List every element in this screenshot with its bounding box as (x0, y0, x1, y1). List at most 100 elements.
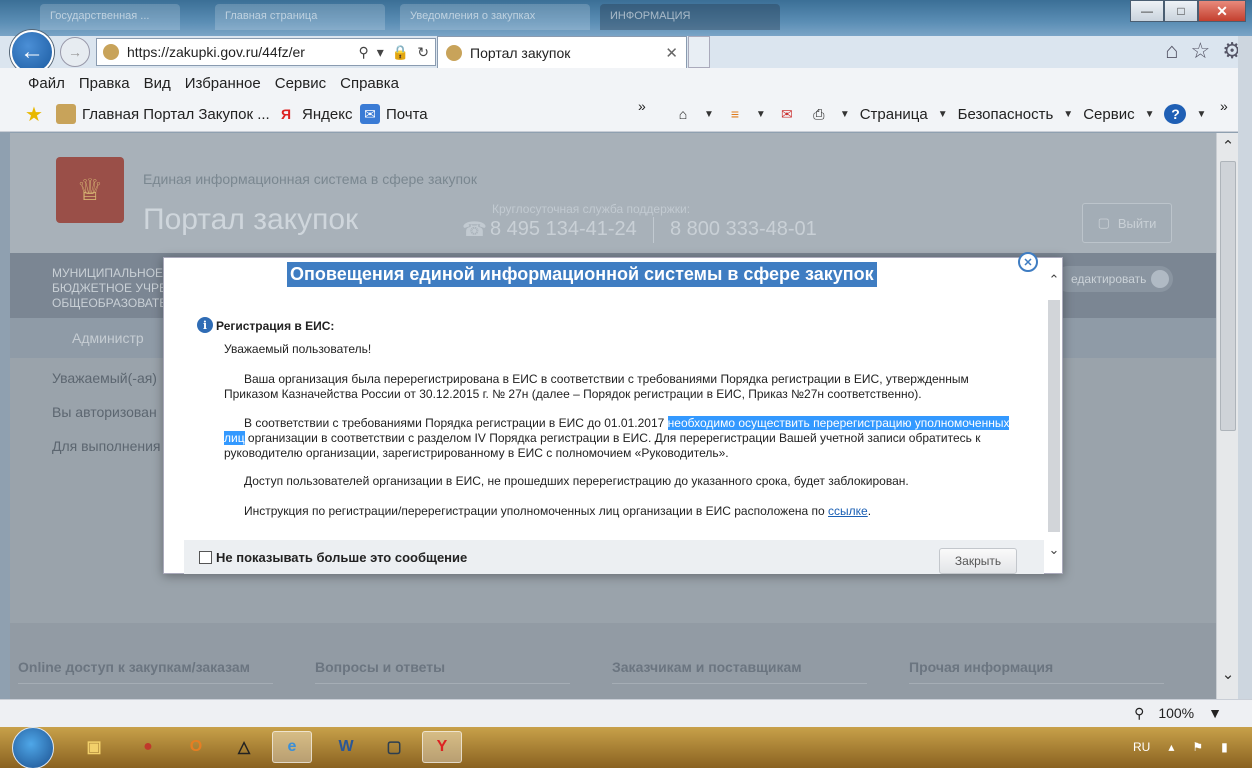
scroll-down-icon[interactable]: ⌄ (1217, 663, 1239, 685)
background-tab-1[interactable]: Государственная ... (40, 4, 180, 30)
favorites-star-icon[interactable]: ☆ (1191, 38, 1211, 64)
search-icon[interactable]: ⚲ (359, 44, 369, 61)
zoom-level: 100% (1158, 705, 1195, 721)
menu-file[interactable]: Файл (28, 75, 65, 92)
background-tab-4[interactable]: ИНФОРМАЦИЯ (600, 4, 780, 30)
dialog-scroll-track[interactable] (1048, 300, 1060, 532)
dialog-title: Оповещения единой информационной системы… (287, 262, 877, 287)
phone-icon: ☎ (462, 219, 487, 241)
minimize-button[interactable]: — (1130, 0, 1164, 22)
menu-favorites[interactable]: Избранное (185, 75, 261, 92)
navigation-bar: ← → https://zakupki.gov.ru/44fz/er ⚲ ▾ 🔒… (0, 30, 1252, 74)
window-right-edge (1238, 36, 1252, 727)
page-text-greeting: Уважаемый(-ая) (52, 370, 157, 386)
menu-view[interactable]: Вид (144, 75, 171, 92)
mail-icon: ✉ (360, 104, 380, 124)
favorites-star-add-icon[interactable]: ★ (24, 104, 50, 126)
scroll-up-icon[interactable]: ⌃ (1046, 272, 1062, 288)
paragraph-reregistered: Ваша организация была перерегистрирована… (224, 372, 969, 401)
window-titlebar: Государственная ... Главная страница Уве… (0, 0, 1252, 36)
dropdown-icon[interactable]: ▾ (377, 44, 384, 61)
home-command-icon[interactable]: ⌂ (672, 104, 694, 124)
new-tab-button[interactable] (688, 36, 710, 68)
dont-show-checkbox[interactable] (199, 551, 212, 564)
explorer-icon[interactable]: ▣ (74, 731, 114, 763)
favorite-link-yandex[interactable]: Я Яндекс (276, 104, 352, 124)
address-url[interactable]: https://zakupki.gov.ru/44fz/er (127, 44, 359, 60)
chevron-more-icon[interactable]: » (1220, 98, 1228, 114)
yandex-icon: Я (280, 106, 292, 122)
page-menu[interactable]: Страница (860, 106, 928, 123)
yandex-browser-icon[interactable]: Y (422, 731, 462, 763)
print-icon[interactable]: ⎙ (808, 104, 830, 124)
tab-close-icon[interactable]: ✕ (665, 44, 678, 62)
dialog-close-icon[interactable]: ✕ (1018, 252, 1038, 272)
menu-edit[interactable]: Правка (79, 75, 130, 92)
page-scrollbar[interactable]: ⌃ ⌄ (1216, 133, 1238, 699)
home-icon[interactable]: ⌂ (1165, 38, 1178, 64)
notification-dialog: Оповещения единой информационной системы… (163, 252, 1063, 574)
section-title: Регистрация в ЕИС: (216, 319, 335, 333)
help-icon[interactable]: ? (1164, 104, 1187, 124)
zoom-control[interactable]: ⚲ 100% ▼ (1134, 705, 1222, 722)
scroll-down-icon[interactable]: ⌄ (1046, 542, 1062, 558)
language-indicator[interactable]: RU (1133, 740, 1150, 754)
site-favicon-icon (103, 44, 119, 60)
close-window-button[interactable]: ✕ (1198, 0, 1246, 22)
forward-button[interactable]: → (60, 37, 90, 67)
save-disk-icon[interactable]: ▢ (374, 731, 414, 763)
favorite-link-portal[interactable]: Главная Портал Закупок ... (56, 104, 270, 124)
page-text-instructions: Для выполнения (52, 438, 161, 454)
system-tray: RU ▴ ⚑ ▮ (1133, 740, 1228, 754)
lock-icon[interactable]: 🔒 (392, 44, 409, 61)
internet-explorer-icon[interactable]: e (272, 731, 312, 763)
menu-help[interactable]: Справка (340, 75, 399, 92)
favorite-link-mail[interactable]: ✉ Почта (360, 104, 428, 124)
footer-customers-suppliers[interactable]: Заказчикам и поставщикам (612, 659, 867, 684)
nav-item-admin[interactable]: Администр (72, 330, 144, 346)
active-tab[interactable]: Портал закупок ✕ (437, 36, 687, 68)
maximize-button[interactable]: □ (1164, 0, 1198, 22)
dialog-scrollbar[interactable]: ⌃ ⌄ (1046, 266, 1062, 566)
active-tab-title: Портал закупок (470, 44, 571, 61)
background-tab-2[interactable]: Главная страница (215, 4, 385, 30)
status-bar: ⚲ 100% ▼ (0, 699, 1252, 727)
menu-tools[interactable]: Сервис (275, 75, 326, 92)
network-icon[interactable]: ▮ (1221, 740, 1228, 754)
menu-bar: Файл Правка Вид Избранное Сервис Справка (0, 68, 1252, 98)
chevron-more-icon[interactable]: » (638, 98, 646, 114)
scrollbar-thumb[interactable] (1220, 161, 1236, 431)
paragraph-instruction: Инструкция по регистрации/перерегистраци… (244, 504, 872, 518)
page-header: ♕ Единая информационная система в сфере … (10, 133, 1216, 253)
scroll-up-icon[interactable]: ⌃ (1217, 135, 1239, 157)
app-triangle-icon[interactable]: △ (224, 731, 264, 763)
footer-online-access[interactable]: Online доступ к закупкам/заказам (18, 659, 273, 684)
rss-feed-icon[interactable]: ≡ (724, 104, 746, 124)
security-menu[interactable]: Безопасность (958, 106, 1054, 123)
eagle-icon (56, 104, 76, 124)
dont-show-label[interactable]: Не показывать больше это сообщение (216, 550, 467, 565)
refresh-icon[interactable]: ↻ (417, 44, 429, 61)
flag-icon[interactable]: ⚑ (1192, 740, 1203, 754)
word-icon[interactable]: W (326, 731, 366, 763)
outlook-icon[interactable]: O (176, 731, 216, 763)
dialog-footer: Не показывать больше это сообщение Закры… (184, 540, 1044, 574)
footer-faq[interactable]: Вопросы и ответы (315, 659, 570, 684)
organization-name: МУНИЦИПАЛЬНОЕ С БЮДЖЕТНОЕ УЧРЕЖ ОБЩЕОБРА… (52, 266, 179, 310)
page-text-authorized: Вы авторизован (52, 404, 157, 420)
dialog-close-button[interactable]: Закрыть (939, 548, 1017, 574)
chevron-down-icon[interactable]: ▼ (1208, 705, 1222, 722)
edit-button[interactable]: едактировать (1055, 266, 1173, 292)
media-player-icon[interactable]: ● (128, 731, 168, 763)
address-bar[interactable]: https://zakupki.gov.ru/44fz/er ⚲ ▾ 🔒 ↻ (96, 38, 436, 66)
start-button[interactable] (12, 727, 54, 768)
background-tab-3[interactable]: Уведомления о закупках (400, 4, 590, 30)
logout-button[interactable]: ▢ Выйти (1082, 203, 1172, 243)
phone-separator (653, 217, 654, 243)
tools-menu[interactable]: Сервис (1083, 106, 1134, 123)
chevron-up-icon[interactable]: ▴ (1168, 740, 1174, 754)
page-footer: Online доступ к закупкам/заказам Вопросы… (10, 623, 1216, 699)
instruction-link[interactable]: ссылке (828, 504, 868, 518)
read-mail-icon[interactable]: ✉ (776, 104, 798, 124)
footer-other-info[interactable]: Прочая информация (909, 659, 1164, 684)
